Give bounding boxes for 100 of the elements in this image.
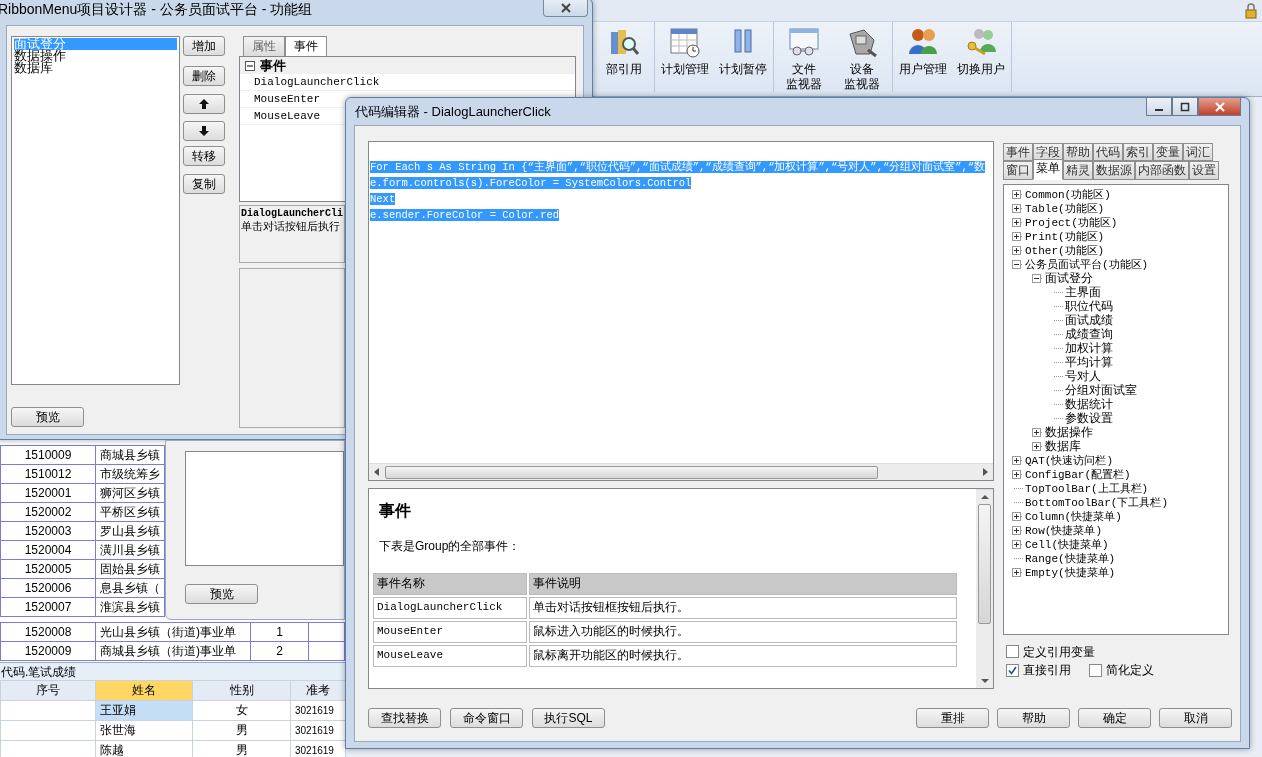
tree-item[interactable]: Other(功能区) <box>1025 243 1105 258</box>
tree-item[interactable]: Range(快捷菜单) <box>1025 551 1116 566</box>
tree-item[interactable]: 面试成绩 <box>1065 313 1113 328</box>
minimize-button[interactable] <box>1146 98 1172 116</box>
button-label: 部引用 <box>606 62 642 77</box>
tab[interactable]: 事件 <box>1003 143 1033 162</box>
action-button[interactable]: 命令窗口 <box>450 708 523 728</box>
preview-button[interactable]: 预览 <box>11 407 84 427</box>
window-title: RibbonMenu项目设计器 - 公务员面试平台 - 功能组 <box>0 0 313 19</box>
tab[interactable]: 精灵 <box>1063 161 1093 180</box>
tab[interactable]: 变量 <box>1153 143 1183 162</box>
action-button[interactable]: 取消 <box>1159 708 1232 728</box>
action-button[interactable]: 增加 <box>183 36 225 56</box>
table-cell: 1510012 <box>0 464 96 484</box>
tree-item[interactable]: Cell(快捷菜单) <box>1025 537 1109 552</box>
close-icon <box>560 2 571 13</box>
table-cell: 商城县乡镇（街道)事业单 <box>95 641 251 661</box>
checkbox-icon[interactable] <box>1006 645 1019 659</box>
table-cell: 2 <box>250 641 309 661</box>
tab[interactable]: 事件 <box>285 36 327 58</box>
tree-item[interactable]: 数据库 <box>1045 439 1081 454</box>
action-button[interactable]: 帮助 <box>997 708 1070 728</box>
tree-item[interactable]: 平均计算 <box>1065 355 1113 370</box>
action-button[interactable]: 复制 <box>183 174 225 194</box>
description-title: DialogLauncherCli <box>241 208 344 221</box>
tree-item[interactable]: Common(功能区) <box>1025 187 1111 202</box>
tree-item[interactable]: 主界面 <box>1065 285 1101 300</box>
table-cell: 息县乡镇（ <box>95 578 165 598</box>
column-header[interactable]: 准考 <box>290 680 346 701</box>
tab[interactable]: 索引 <box>1123 143 1153 162</box>
tree-item[interactable]: 成绩查询 <box>1065 327 1113 342</box>
maximize-button[interactable] <box>1172 98 1198 116</box>
column-header[interactable]: 姓名 <box>95 680 193 701</box>
table-cell: 光山县乡镇（街道)事业单 <box>95 622 251 642</box>
ribbon-button[interactable]: 用户管理 <box>896 26 950 92</box>
tree-item[interactable]: Column(快捷菜单) <box>1025 509 1122 524</box>
calendar-clock-icon <box>669 26 701 58</box>
tree-item[interactable]: ConfigBar(配置栏) <box>1025 467 1131 482</box>
ribbon-button[interactable]: 切换用户 <box>954 26 1008 92</box>
scrollbar-thumb[interactable] <box>385 465 878 479</box>
ribbon-button[interactable]: 计划暂停 <box>716 26 770 92</box>
ribbon-button[interactable]: 文件 监视器 <box>777 26 831 92</box>
tab[interactable]: 代码 <box>1093 143 1123 162</box>
tree-item[interactable]: Empty(快捷菜单) <box>1025 565 1116 580</box>
table-cell: 男 <box>192 720 291 741</box>
column-header[interactable]: 序号 <box>0 680 96 701</box>
tree-item[interactable]: 号对人 <box>1065 369 1101 384</box>
tab[interactable]: 设置 <box>1189 161 1219 180</box>
tree-item[interactable]: 职位代码 <box>1065 299 1113 314</box>
ribbon-button[interactable]: 部引用 <box>597 26 651 92</box>
list-item[interactable]: 数据操作 <box>14 50 177 62</box>
padlock-icon <box>1244 2 1258 19</box>
tab[interactable]: 窗口 <box>1003 161 1033 180</box>
tree-item[interactable]: 数据操作 <box>1045 425 1093 440</box>
list-item[interactable]: 数据库 <box>14 62 177 74</box>
action-button[interactable]: 转移 <box>183 146 225 166</box>
table-cell: 1520001 <box>0 483 96 503</box>
tree-item[interactable]: Row(快捷菜单) <box>1025 523 1102 538</box>
action-button[interactable]: 重排 <box>916 708 989 728</box>
scrollbar-thumb[interactable] <box>978 504 991 624</box>
table-cell: 1510009 <box>0 445 96 465</box>
column-header[interactable]: 性别 <box>192 680 291 701</box>
table-cell: 单击对话按钮框按钮后执行。 <box>529 596 957 619</box>
tree-item[interactable]: 数据统计 <box>1065 397 1113 412</box>
action-button[interactable]: 执行SQL <box>532 708 605 728</box>
move-down-button[interactable] <box>183 121 225 141</box>
tree-item[interactable]: Project(功能区) <box>1025 215 1118 230</box>
table-cell: DialogLauncherClick <box>373 596 527 619</box>
table-cell: 张世海 <box>95 720 193 741</box>
horizontal-scrollbar[interactable] <box>369 463 993 480</box>
tree-item[interactable]: 加权计算 <box>1065 341 1113 356</box>
preview-button[interactable]: 预览 <box>185 584 258 604</box>
tab[interactable]: 词汇 <box>1183 143 1213 162</box>
close-button[interactable] <box>543 0 588 17</box>
column-header: 事件名称 <box>373 572 527 595</box>
checkbox-icon[interactable] <box>1089 663 1102 677</box>
checked-checkbox-icon[interactable] <box>1006 663 1019 677</box>
ribbon-button[interactable]: 计划管理 <box>658 26 712 92</box>
tree-item[interactable]: Print(功能区) <box>1025 229 1105 244</box>
tree-item[interactable]: 参数设置 <box>1065 411 1113 426</box>
tree-item[interactable]: 面试登分 <box>1045 271 1093 286</box>
tab[interactable]: 属性 <box>243 36 285 57</box>
action-button[interactable]: 确定 <box>1078 708 1151 728</box>
ribbon-button[interactable]: 设备 监视器 <box>835 26 889 92</box>
tree-item[interactable]: TopToolBar(上工具栏) <box>1025 481 1149 496</box>
tree-item[interactable]: QAT(快速访问栏) <box>1025 453 1113 468</box>
action-button[interactable]: 查找替换 <box>368 708 441 728</box>
tree-item[interactable]: 公务员面试平台(功能区) <box>1025 257 1149 272</box>
move-up-button[interactable] <box>183 94 225 114</box>
tree-item[interactable]: Table(功能区) <box>1025 201 1105 216</box>
vertical-scrollbar[interactable] <box>976 489 993 688</box>
close-button[interactable] <box>1198 98 1241 116</box>
action-button[interactable]: 删除 <box>183 66 225 86</box>
tab[interactable]: 内部函数 <box>1135 161 1189 180</box>
tree-item[interactable]: 分组对面试室 <box>1065 383 1137 398</box>
tree-item[interactable]: BottomToolBar(下工具栏) <box>1025 495 1169 510</box>
table-cell: 鼠标进入功能区的时候执行。 <box>529 620 957 643</box>
tab[interactable]: 帮助 <box>1063 143 1093 162</box>
tab[interactable]: 菜单 <box>1033 159 1063 180</box>
tab[interactable]: 数据源 <box>1093 161 1135 180</box>
